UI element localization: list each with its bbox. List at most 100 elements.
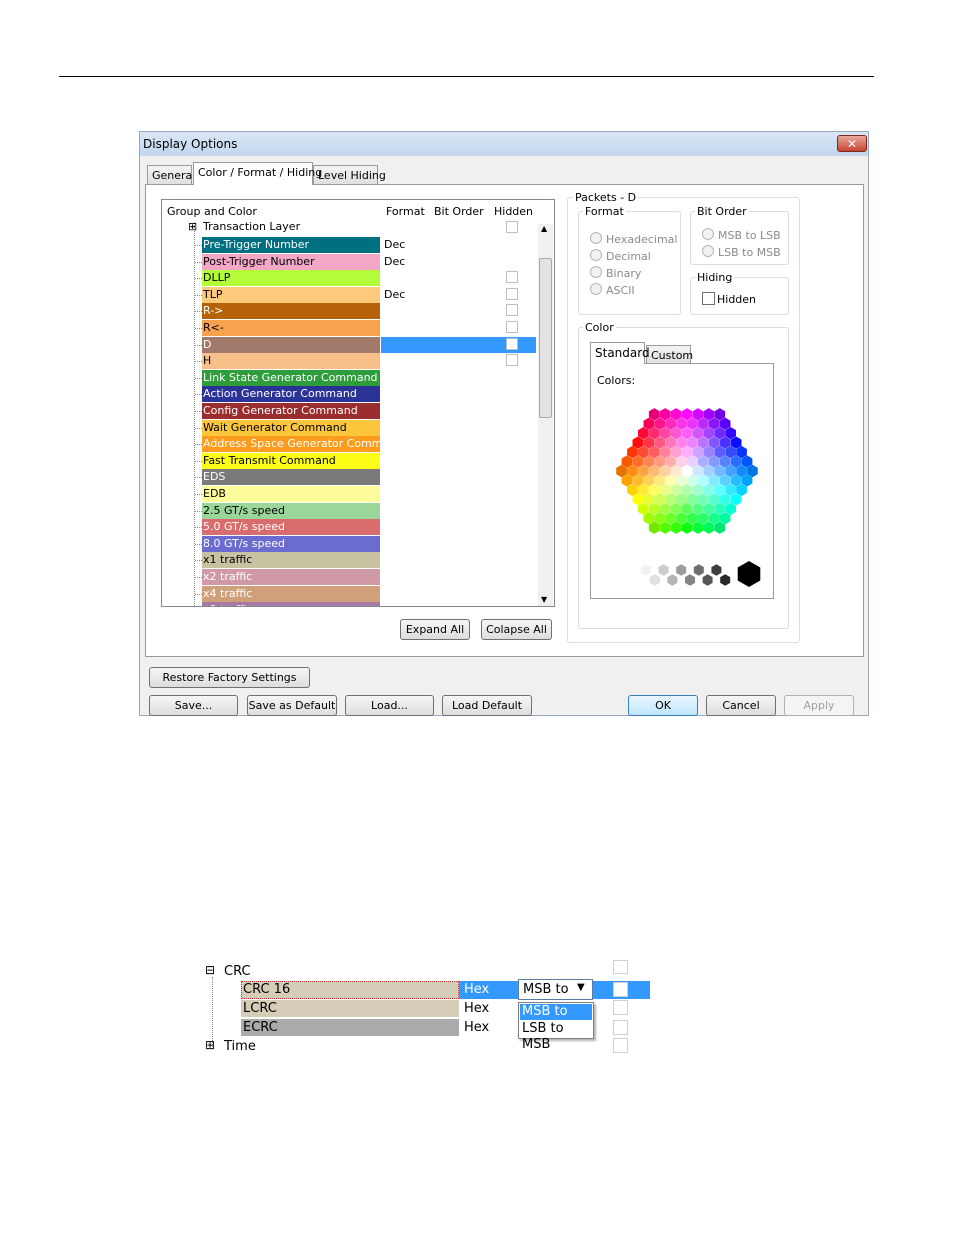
restore-factory-settings-button[interactable]: Restore Factory Settings bbox=[149, 667, 310, 688]
option-msb-to-lsb[interactable]: MSB to LSB bbox=[520, 1004, 592, 1035]
tree-row[interactable]: TLP Dec bbox=[162, 286, 542, 303]
color-hexagon-picker[interactable] bbox=[591, 364, 773, 598]
hidden-checkbox[interactable] bbox=[506, 337, 518, 350]
chevron-down-icon[interactable]: ▼ bbox=[577, 982, 585, 993]
black-swatch[interactable] bbox=[737, 561, 761, 587]
checkbox-icon[interactable] bbox=[702, 292, 715, 305]
tab-level-hiding[interactable]: Level Hiding bbox=[313, 165, 386, 185]
radio-ascii[interactable]: ASCII bbox=[590, 283, 635, 297]
tree-row-label[interactable]: DLLP bbox=[202, 270, 380, 287]
tree-row[interactable]: Post-Trigger Number Dec bbox=[162, 253, 542, 270]
grey-swatch[interactable] bbox=[720, 574, 731, 586]
tree-row[interactable]: x4 traffic bbox=[162, 585, 542, 602]
hidden-checkbox[interactable] bbox=[506, 321, 518, 333]
grey-swatch[interactable] bbox=[693, 564, 704, 576]
grey-swatch[interactable] bbox=[676, 564, 687, 576]
tree-row-label[interactable]: Wait Generator Command bbox=[202, 419, 380, 436]
radio-hexadecimal[interactable]: Hexadecimal bbox=[590, 232, 677, 246]
grey-swatch[interactable] bbox=[711, 564, 722, 576]
header-bit-order[interactable]: Bit Order bbox=[434, 205, 484, 218]
tree-row[interactable]: 8.0 GT/s speed bbox=[162, 535, 542, 552]
crc16-label[interactable]: CRC 16 bbox=[243, 982, 290, 997]
tree-row-label[interactable]: EDB bbox=[202, 486, 380, 502]
header-format[interactable]: Format bbox=[386, 205, 425, 218]
tree-row-label[interactable]: Fast Transmit Command bbox=[202, 452, 380, 469]
tree-row-format[interactable]: Dec bbox=[384, 237, 405, 253]
tree-row-format[interactable]: Dec bbox=[384, 254, 405, 270]
grey-swatch[interactable] bbox=[667, 574, 678, 586]
scroll-down-icon[interactable]: ▼ bbox=[541, 595, 547, 604]
ok-button[interactable]: OK bbox=[628, 695, 698, 716]
crc-group-label[interactable]: CRC bbox=[224, 964, 251, 979]
radio-msb-to-lsb[interactable]: MSB to LSB bbox=[702, 228, 781, 242]
hidden-checkbox[interactable] bbox=[613, 982, 628, 997]
tree-row[interactable]: Wait Generator Command bbox=[162, 419, 542, 436]
tree-row[interactable]: D bbox=[162, 336, 542, 353]
tree-row-label[interactable]: R<- bbox=[202, 320, 380, 336]
grey-swatch[interactable] bbox=[641, 564, 651, 576]
grey-swatch[interactable] bbox=[702, 574, 713, 586]
tree-row-label[interactable]: TLP bbox=[202, 286, 380, 303]
bit-order-dropdown[interactable]: MSB to ▼ bbox=[518, 979, 593, 1000]
save-as-default-button[interactable]: Save as Default bbox=[247, 695, 337, 716]
save-button[interactable]: Save... bbox=[149, 695, 238, 716]
tree-row-label[interactable]: x8 traffic bbox=[202, 602, 380, 606]
tab-general[interactable]: General bbox=[147, 165, 195, 185]
tree-row[interactable]: 5.0 GT/s speed bbox=[162, 519, 542, 536]
hidden-checkbox[interactable] bbox=[506, 271, 518, 284]
tree-row-label[interactable]: Address Space Generator Command bbox=[202, 436, 380, 453]
tree-row-label[interactable]: x2 traffic bbox=[202, 569, 380, 585]
tree-row-label[interactable]: R-> bbox=[202, 303, 380, 320]
header-group-and-color[interactable]: Group and Color bbox=[167, 205, 257, 218]
tab-custom[interactable]: Custom bbox=[646, 345, 693, 365]
tree-row-label[interactable]: Pre-Trigger Number bbox=[202, 237, 380, 253]
hidden-checkbox[interactable] bbox=[613, 1038, 628, 1053]
tree-row-label[interactable]: Link State Generator Command bbox=[202, 369, 380, 386]
tree-row-label[interactable]: Config Generator Command bbox=[202, 403, 380, 419]
tree-row[interactable]: x8 traffic bbox=[162, 602, 542, 606]
grey-swatch[interactable] bbox=[658, 564, 669, 576]
scrollbar-thumb[interactable] bbox=[539, 258, 552, 418]
hidden-checkbox[interactable] bbox=[506, 221, 518, 233]
tree-row[interactable]: EDS bbox=[162, 469, 542, 486]
hidden-checkbox[interactable] bbox=[613, 1020, 628, 1035]
tree-row[interactable]: R<- bbox=[162, 320, 542, 336]
ecrc-format[interactable]: Hex bbox=[464, 1020, 489, 1035]
tree-row-label[interactable]: 2.5 GT/s speed bbox=[202, 502, 380, 519]
tab-standard[interactable]: Standard bbox=[590, 342, 650, 364]
hidden-checkbox-field[interactable]: Hidden bbox=[702, 292, 756, 306]
tree-row-label[interactable]: D bbox=[202, 336, 380, 353]
ecrc-label[interactable]: ECRC bbox=[243, 1020, 278, 1035]
cancel-button[interactable]: Cancel bbox=[706, 695, 776, 716]
tree-row-format[interactable]: Dec bbox=[384, 287, 405, 303]
tree-row[interactable]: x2 traffic bbox=[162, 569, 542, 585]
lcrc-label[interactable]: LCRC bbox=[243, 1001, 277, 1016]
scroll-up-icon[interactable]: ▲ bbox=[541, 224, 547, 233]
tree-row[interactable]: EDB bbox=[162, 486, 542, 502]
tree-row[interactable]: x1 traffic bbox=[162, 552, 542, 569]
tab-color-format-hiding[interactable]: Color / Format / Hiding bbox=[193, 162, 322, 185]
grey-swatch[interactable] bbox=[649, 574, 660, 586]
hidden-checkbox[interactable] bbox=[506, 287, 518, 300]
lcrc-format[interactable]: Hex bbox=[464, 1001, 489, 1016]
tree-row-label[interactable]: H bbox=[202, 353, 380, 370]
hidden-checkbox[interactable] bbox=[506, 354, 518, 367]
load-default-button[interactable]: Load Default bbox=[442, 695, 532, 716]
radio-binary[interactable]: Binary bbox=[590, 266, 641, 280]
close-button[interactable]: ✕ bbox=[837, 135, 867, 152]
tree-row-label[interactable]: 5.0 GT/s speed bbox=[202, 519, 380, 536]
tree-row-label[interactable]: x1 traffic bbox=[202, 552, 380, 569]
expand-all-button[interactable]: Expand All bbox=[400, 619, 470, 640]
time-group-label[interactable]: Time bbox=[224, 1039, 256, 1054]
collapse-all-button[interactable]: Colapse All bbox=[481, 619, 552, 640]
tree-row[interactable]: 2.5 GT/s speed bbox=[162, 502, 542, 519]
hidden-checkbox[interactable] bbox=[613, 960, 628, 974]
collapse-toggle-icon[interactable]: ⊟ bbox=[205, 963, 215, 977]
tree-row[interactable]: Link State Generator Command bbox=[162, 369, 542, 386]
apply-button[interactable]: Apply bbox=[784, 695, 854, 716]
load-button[interactable]: Load... bbox=[345, 695, 434, 716]
tree-row-label[interactable]: 8.0 GT/s speed bbox=[202, 535, 380, 552]
tree-row[interactable]: Address Space Generator Command bbox=[162, 436, 542, 453]
option-lsb-to-msb[interactable]: LSB to MSB bbox=[520, 1021, 592, 1052]
tree-row[interactable]: H bbox=[162, 353, 542, 370]
